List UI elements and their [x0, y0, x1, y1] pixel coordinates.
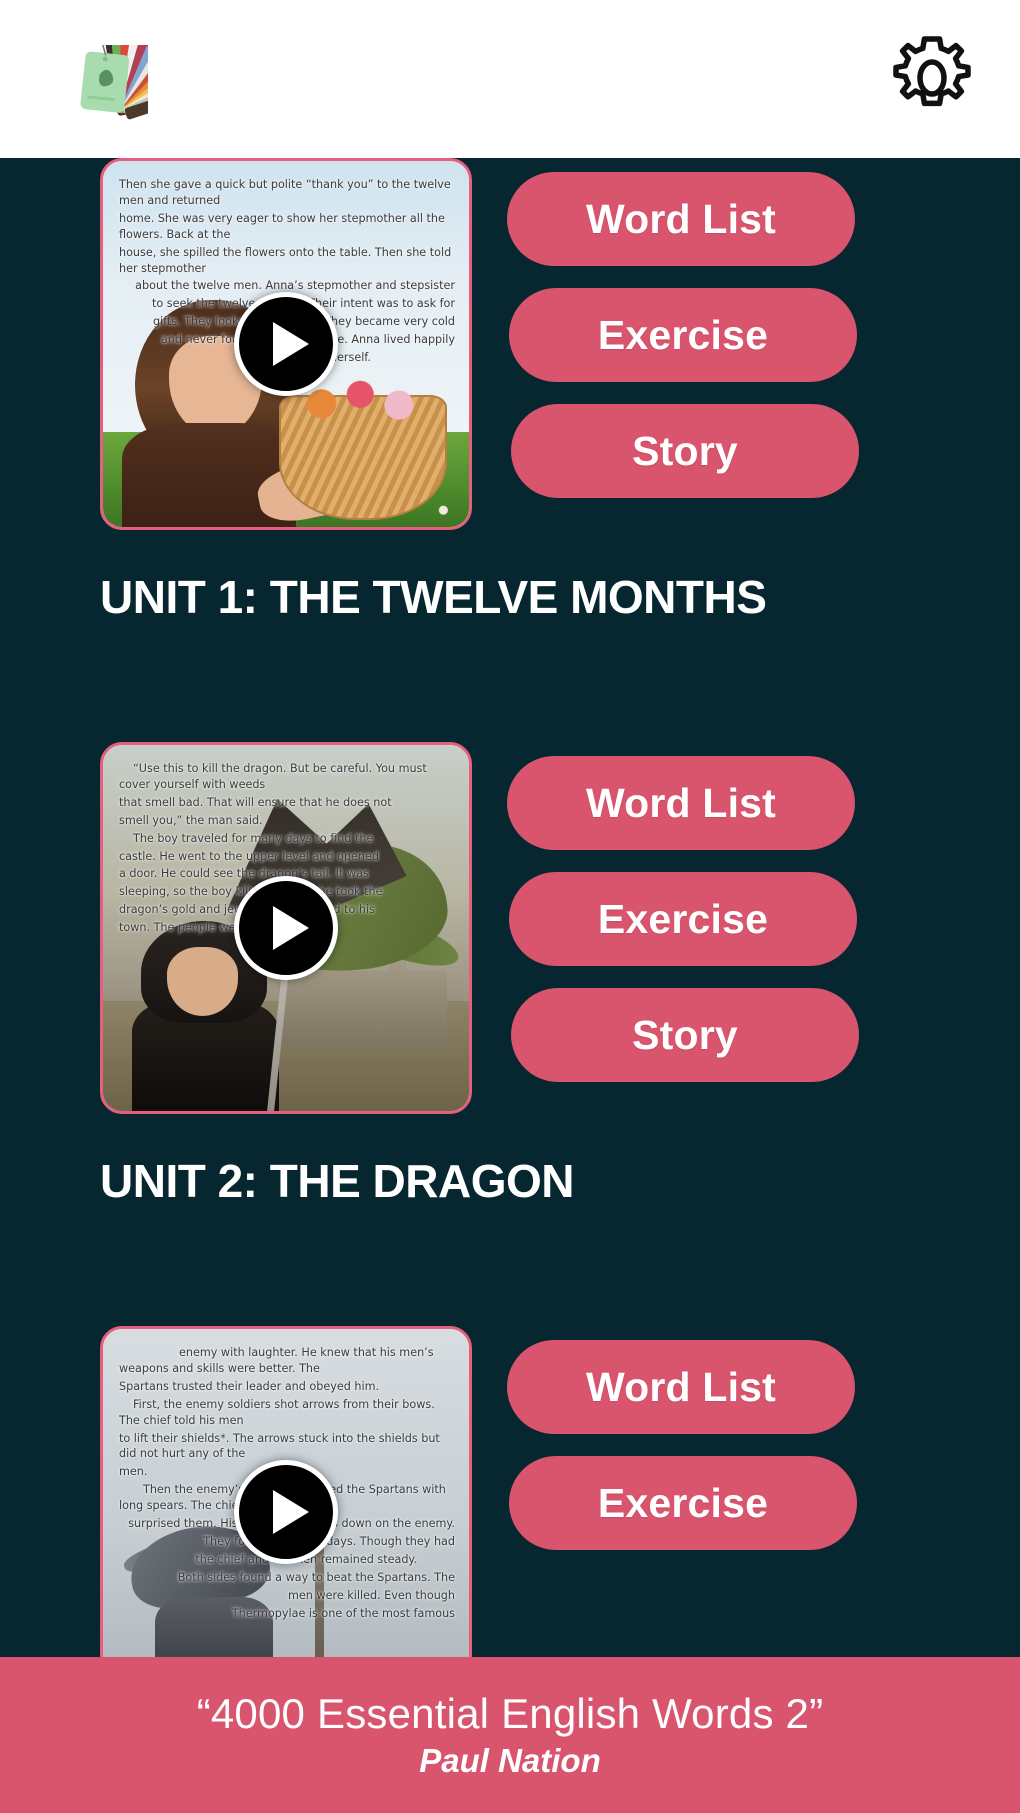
page-line: smell you,” the man said.	[119, 813, 263, 827]
book-footer: “4000 Essential English Words 2” Paul Na…	[0, 1657, 1020, 1813]
play-button[interactable]	[234, 292, 338, 396]
unit-actions: Word List Exercise	[507, 1326, 857, 1550]
page-line: that smell bad. That will ensure that he…	[119, 795, 392, 809]
story-button[interactable]: Story	[511, 988, 859, 1082]
unit-thumbnail[interactable]: Then she gave a quick but polite “thank …	[100, 158, 472, 530]
unit-card: Then she gave a quick but polite “thank …	[0, 158, 1020, 624]
gear-icon	[893, 36, 971, 107]
play-icon	[273, 322, 309, 366]
play-icon	[273, 906, 309, 950]
page-line: Both sides found a way to beat the Spart…	[177, 1570, 455, 1584]
unit-actions: Word List Exercise Story	[507, 742, 859, 1082]
page-line: men were killed. Even though	[288, 1588, 455, 1602]
unit-title: UNIT 2: THE DRAGON	[100, 1155, 575, 1207]
story-button[interactable]: Story	[511, 404, 859, 498]
play-button[interactable]	[234, 1460, 338, 1564]
book-author: Paul Nation	[419, 1742, 601, 1779]
unit-actions: Word List Exercise Story	[507, 158, 859, 498]
exercise-button[interactable]: Exercise	[509, 288, 857, 382]
word-list-button[interactable]: Word List	[507, 756, 855, 850]
page-line: home. She was very eager to show her ste…	[119, 211, 445, 241]
book-title: “4000 Essential English Words 2”	[196, 1690, 824, 1737]
play-button[interactable]	[234, 876, 338, 980]
page-line: to lift their shields*. The arrows stuck…	[119, 1431, 440, 1461]
play-icon	[273, 1490, 309, 1534]
page-line: enemy with laughter. He knew that his me…	[119, 1346, 434, 1375]
page-line: First, the enemy soldiers shot arrows fr…	[119, 1397, 435, 1427]
unit-title: UNIT 1: THE TWELVE MONTHS	[100, 571, 767, 623]
page-line: house, she spilled the flowers onto the …	[119, 245, 452, 275]
page-line: Thermopylae is one of the most famous	[231, 1606, 455, 1620]
word-list-button[interactable]: Word List	[507, 172, 855, 266]
unit-card: “Use this to kill the dragon. But be car…	[0, 742, 1020, 1208]
page-line: The boy traveled for many days to find t…	[133, 831, 374, 845]
color-swatch-fan-logo[interactable]	[20, 27, 165, 132]
unit-list[interactable]: Then she gave a quick but polite “thank …	[0, 158, 1020, 1657]
page-line: Then she gave a quick but polite “thank …	[119, 178, 451, 207]
exercise-button[interactable]: Exercise	[509, 1456, 857, 1550]
page-line: “Use this to kill the dragon. But be car…	[119, 762, 427, 791]
app-header	[0, 0, 1020, 158]
unit-card: enemy with laughter. He knew that his me…	[0, 1326, 1020, 1657]
page-line: castle. He went to the upper level and o…	[119, 849, 379, 863]
unit-thumbnail[interactable]: “Use this to kill the dragon. But be car…	[100, 742, 472, 1114]
exercise-button[interactable]: Exercise	[509, 872, 857, 966]
page-line: Spartans trusted their leader and obeyed…	[119, 1379, 380, 1393]
app-root: Then she gave a quick but polite “thank …	[0, 0, 1020, 1813]
color-swatch-fan-icon	[80, 44, 148, 119]
word-list-button[interactable]: Word List	[507, 1340, 855, 1434]
unit-thumbnail[interactable]: enemy with laughter. He knew that his me…	[100, 1326, 472, 1657]
settings-button[interactable]	[880, 27, 984, 131]
